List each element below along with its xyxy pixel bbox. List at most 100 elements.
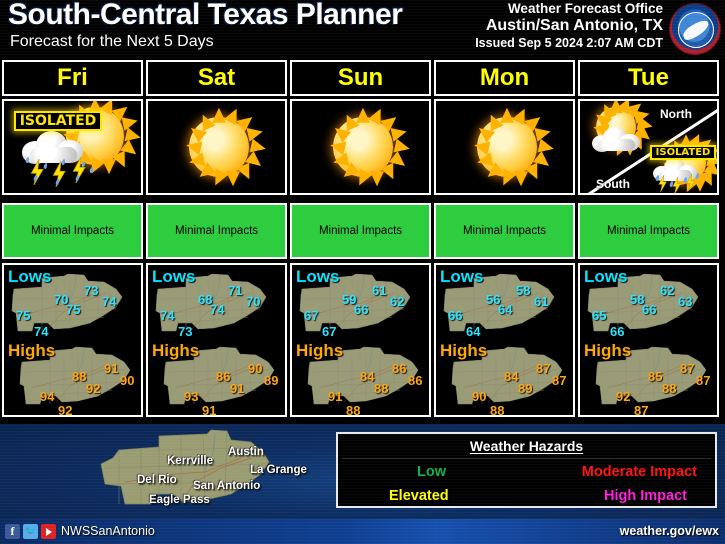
low-temp-value: 75 (66, 302, 81, 317)
isolated-badge: ISOLATED (14, 111, 102, 131)
office-label: Weather Forecast Office (507, 1, 663, 16)
social-handle[interactable]: NWSSanAntonio (61, 524, 155, 538)
impact-label: Minimal Impacts (30, 225, 115, 237)
high-temp-value: 84 (360, 369, 375, 384)
page-title: South-Central Texas Planner (8, 0, 403, 31)
city-label-san-antonio: San Antonio (193, 480, 261, 492)
low-temp-value: 74 (160, 308, 175, 323)
footer-bar: f 🐦 NWSSanAntonio weather.gov/ewx (0, 519, 725, 544)
high-temp-value: 91 (230, 381, 245, 396)
header-banner: South-Central Texas Planner Forecast for… (0, 0, 725, 58)
sun-ray (102, 159, 116, 175)
low-temp-value: 74 (34, 324, 49, 339)
lows-values: 75 70 73 75 74 74 (10, 273, 132, 339)
high-temp-value: 84 (504, 369, 519, 384)
south-label: South (596, 177, 630, 191)
highs-values: 93 86 90 91 89 91 (162, 346, 284, 415)
impact-label: Minimal Impacts (174, 225, 259, 237)
impact-label: Minimal Impacts (606, 225, 691, 237)
raindrop-icon (43, 162, 48, 170)
temperature-map-cell-tue: Lows 65 58 62 66 63 66 Highs 92 85 87 88 87 87 (578, 263, 719, 417)
cloud-base (598, 139, 635, 152)
highs-values: 92 85 87 88 87 87 (594, 346, 716, 415)
lows-section: Lows 66 56 58 64 61 64 (436, 265, 573, 340)
city-label-del-rio: Del Rio (137, 474, 177, 486)
low-temp-value: 66 (354, 302, 369, 317)
weather-icon-cell-mon (434, 99, 575, 195)
north-label: North (660, 107, 692, 121)
high-temp-value: 92 (616, 389, 631, 404)
website-link[interactable]: weather.gov/ewx (620, 524, 719, 538)
low-temp-value: 58 (516, 283, 531, 298)
low-temp-value: 66 (642, 302, 657, 317)
office-info: Weather Forecast Office Austin/San Anton… (475, 2, 663, 51)
planner-graphic: South-Central Texas Planner Forecast for… (0, 0, 725, 544)
sun-icon (184, 105, 267, 189)
highs-values: 90 84 87 89 87 88 (450, 346, 572, 415)
low-temp-value: 66 (610, 324, 625, 339)
high-temp-value: 92 (58, 403, 73, 417)
weather-icon-cell-tue: North ISOLATED South (578, 99, 719, 195)
low-temp-value: 61 (534, 294, 549, 309)
high-temp-value: 93 (184, 389, 199, 404)
low-temp-value: 70 (246, 294, 261, 309)
high-temp-value: 89 (518, 381, 533, 396)
low-temp-value: 64 (498, 302, 513, 317)
highs-section: Highs 92 85 87 88 87 87 (580, 340, 717, 415)
city-label-kerrville: Kerrville (167, 455, 214, 467)
sun-ray (225, 171, 240, 187)
high-temp-value: 88 (490, 403, 505, 417)
impact-cell-fri: Minimal Impacts (2, 203, 143, 259)
day-name: Mon (479, 64, 530, 91)
impact-label: Minimal Impacts (462, 225, 547, 237)
sun-ray (369, 171, 384, 187)
office-location: Austin/San Antonio, TX (485, 17, 663, 34)
low-temp-value: 74 (210, 302, 225, 317)
sun-icon (472, 105, 555, 189)
low-temp-value: 75 (16, 308, 31, 323)
weather-hazards-legend: Weather Hazards Low Moderate Impact Elev… (336, 432, 717, 508)
cloud-icon (590, 125, 641, 153)
twitter-icon[interactable]: 🐦 (23, 524, 38, 539)
lows-section: Lows 74 68 71 74 70 73 (148, 265, 285, 340)
day-name: Tue (628, 64, 669, 91)
impact-cell-sat: Minimal Impacts (146, 203, 287, 259)
lows-section: Lows 67 59 61 66 62 67 (292, 265, 429, 340)
high-temp-value: 89 (264, 373, 279, 388)
day-name: Fri (57, 64, 88, 91)
high-temp-value: 86 (216, 369, 231, 384)
high-temp-value: 88 (346, 403, 361, 417)
temperature-map-cell-mon: Lows 66 56 58 64 61 64 Highs 90 84 87 89 87 88 (434, 263, 575, 417)
high-temp-value: 91 (328, 389, 343, 404)
day-name: Sun (337, 64, 384, 91)
low-temp-value: 62 (660, 283, 675, 298)
temperature-map-cell-sun: Lows 67 59 61 66 62 67 Highs 91 84 86 88 86 88 (290, 263, 431, 417)
hazard-level-elevated: Elevated (389, 488, 449, 504)
day-header-fri: Fri (2, 60, 143, 96)
high-temp-value: 87 (680, 361, 695, 376)
high-temp-value: 92 (86, 381, 101, 396)
low-temp-value: 67 (304, 308, 319, 323)
high-temp-value: 90 (248, 361, 263, 376)
low-temp-value: 61 (372, 283, 387, 298)
low-temp-value: 62 (390, 294, 405, 309)
high-temp-value: 86 (408, 373, 423, 388)
hazards-title: Weather Hazards (469, 438, 584, 454)
high-temp-value: 91 (104, 361, 119, 376)
high-temp-value: 88 (662, 381, 677, 396)
temperature-map-cell-sat: Lows 74 68 71 74 70 73 Highs 93 86 90 91 89 91 (146, 263, 287, 417)
low-temp-value: 71 (228, 283, 243, 298)
facebook-icon[interactable]: f (5, 524, 20, 539)
high-temp-value: 88 (374, 381, 389, 396)
high-temp-value: 88 (72, 369, 87, 384)
issued-timestamp: Issued Sep 5 2024 2:07 AM CDT (475, 36, 663, 50)
hazard-level-low: Low (417, 464, 446, 480)
lows-section: Lows 65 58 62 66 63 66 (580, 265, 717, 340)
day-header-mon: Mon (434, 60, 575, 96)
high-temp-value: 90 (472, 389, 487, 404)
city-label-eagle-pass: Eagle Pass (149, 494, 210, 506)
lows-values: 66 56 58 64 61 64 (442, 273, 564, 338)
low-temp-value: 67 (322, 324, 337, 339)
city-label-austin: Austin (228, 446, 264, 458)
youtube-icon[interactable] (41, 524, 56, 539)
